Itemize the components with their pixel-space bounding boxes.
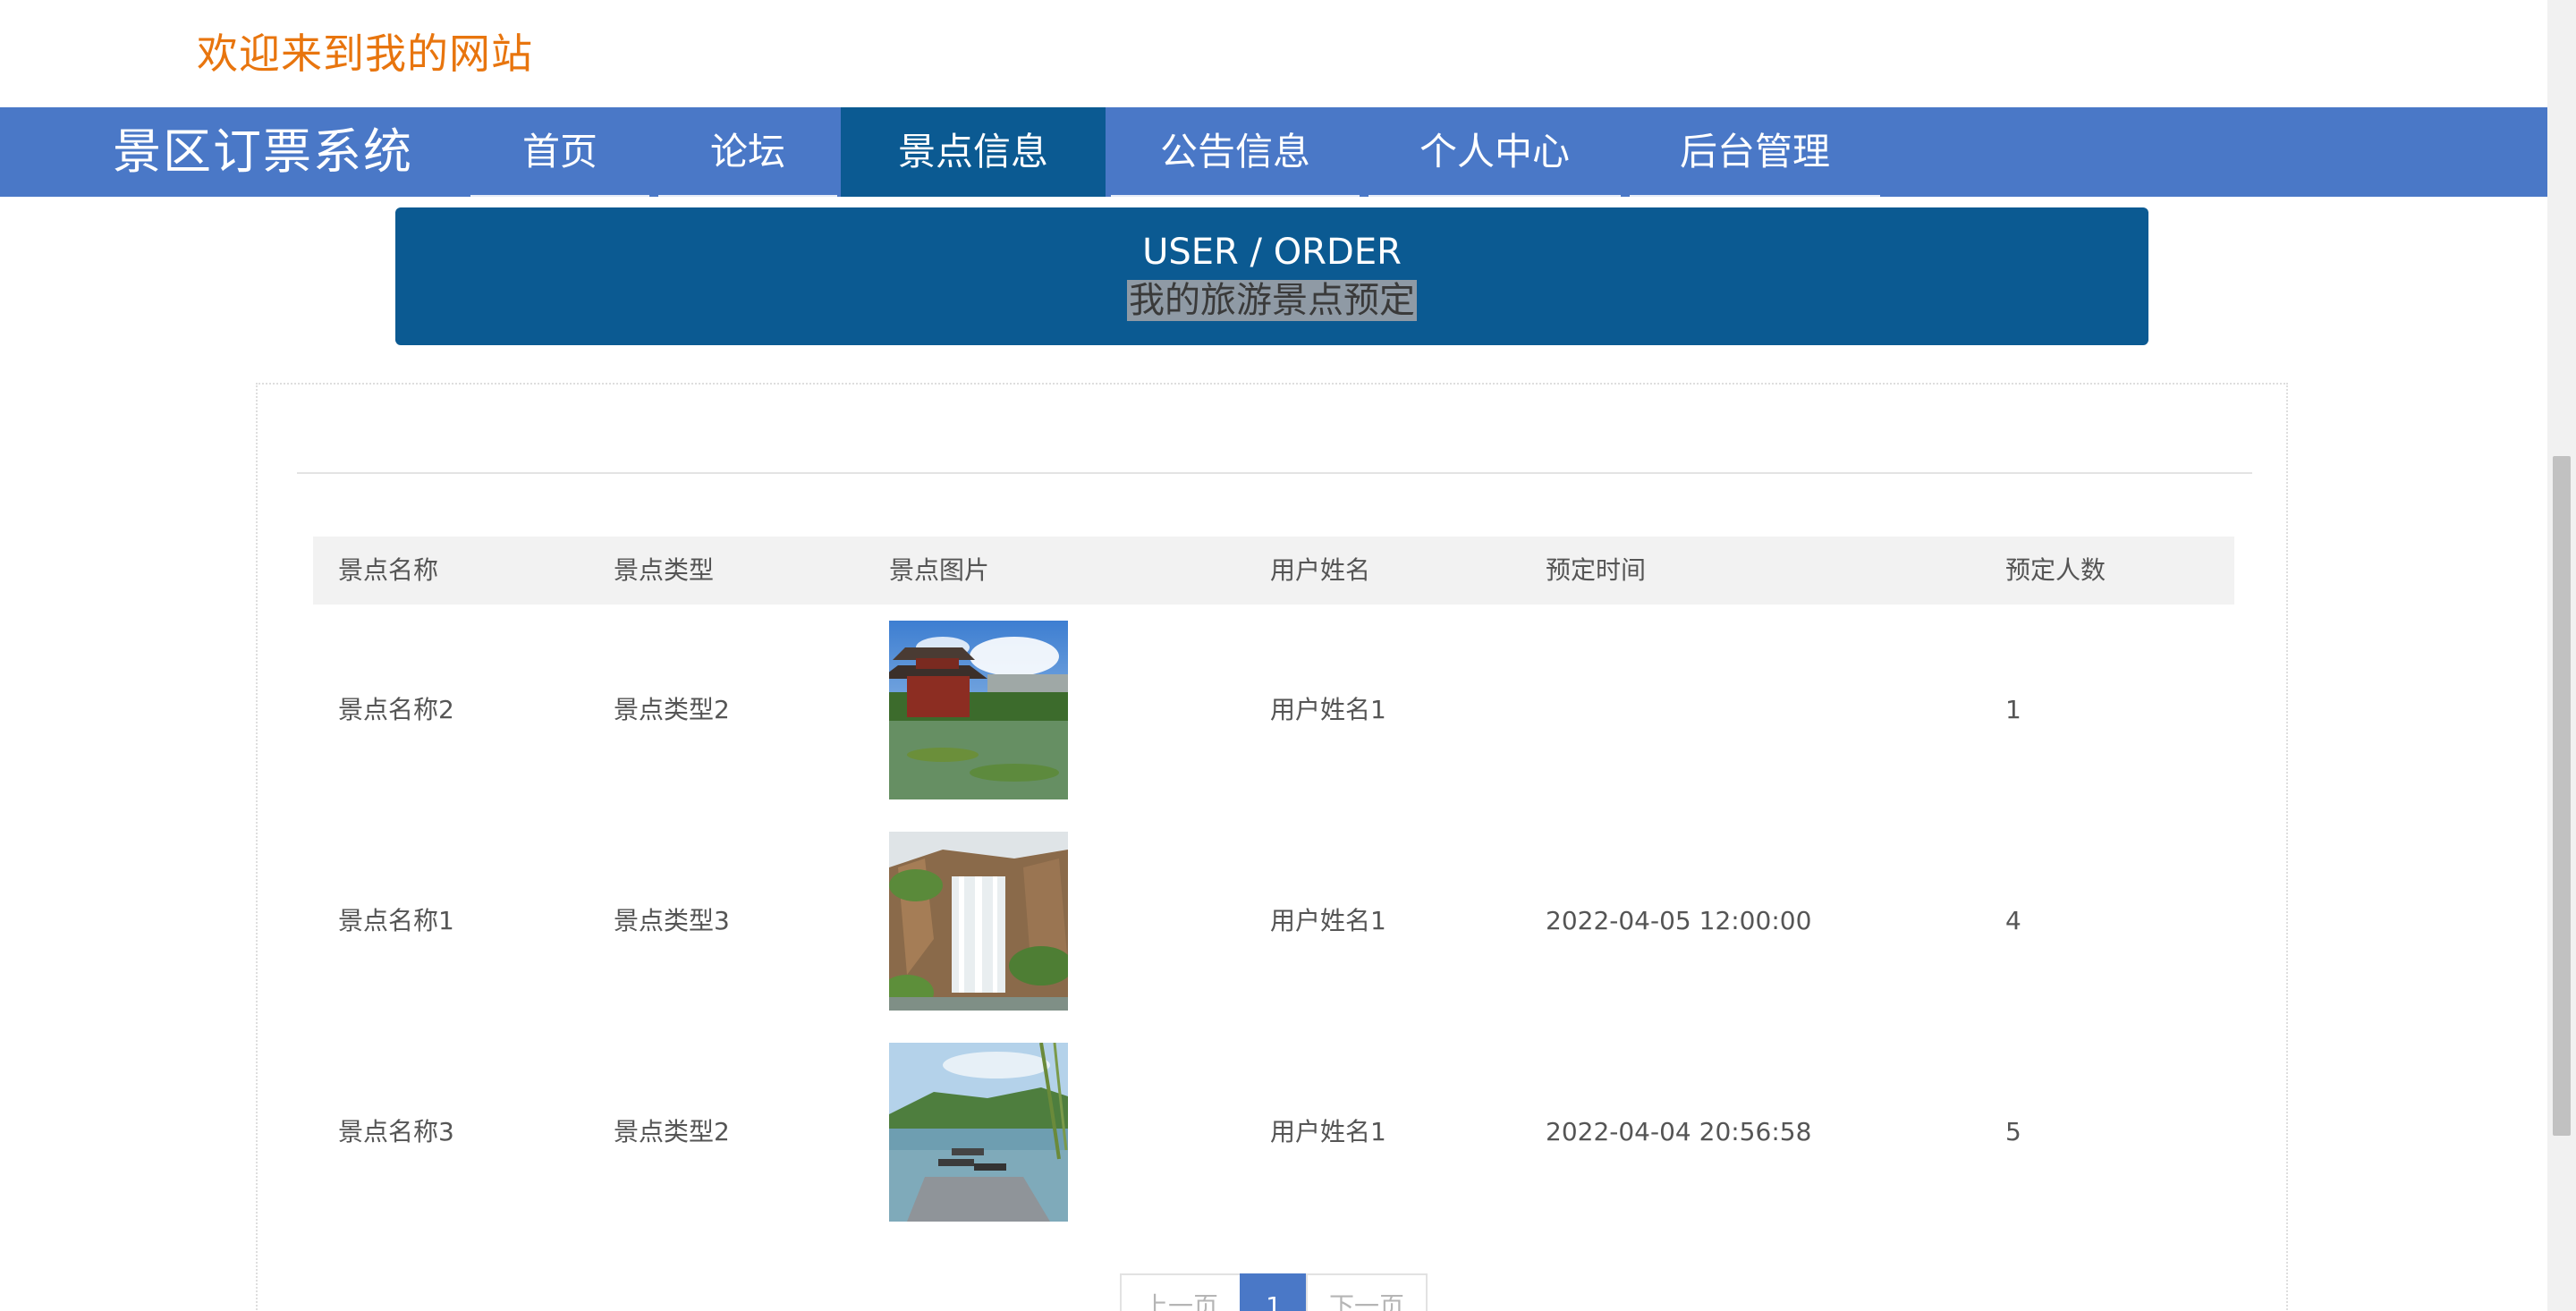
cell-attraction-type: 景点类型3 (614, 906, 730, 935)
brand-title: 景区订票系统 (113, 123, 413, 180)
nav-item-forum[interactable]: 论坛 (658, 107, 837, 199)
header-booking-time: 预定时间 (1546, 555, 1647, 585)
garden-pavilion-photo[interactable] (889, 621, 1068, 799)
cell-attraction-type: 景点类型2 (614, 1117, 730, 1146)
cell-booking-count: 5 (2005, 1117, 2021, 1146)
cell-booking-count: 4 (2005, 906, 2021, 935)
nav-item-label: 公告信息 (1159, 130, 1310, 173)
nav-item-label: 景点信息 (897, 130, 1048, 173)
table-row[interactable]: 景点名称3 景点类型2 用户姓名1 2022-04-04 20:56:58 5 (313, 1027, 2234, 1238)
cell-attraction-name: 景点名称2 (338, 695, 454, 724)
nav-item-admin[interactable]: 后台管理 (1630, 107, 1880, 199)
nav-item-attractions[interactable]: 景点信息 (841, 107, 1106, 197)
navbar: 景区订票系统 首页 论坛 景点信息 公告信息 个人中心 后台管理 (0, 107, 2547, 199)
lake-dock-photo[interactable] (889, 1043, 1068, 1222)
header-booking-count: 预定人数 (2005, 555, 2106, 585)
content-panel: 景点名称 景点类型 景点图片 用户姓名 预定时间 预定人数 景点名称2 景点类型… (256, 383, 2288, 1311)
nav-underline (1368, 195, 1621, 199)
cell-booking-time: 2022-04-04 20:56:58 (1546, 1117, 1812, 1146)
table-row[interactable]: 景点名称1 景点类型3 用户姓名1 2022-04-05 12:00:00 4 (313, 816, 2234, 1027)
scrollbar-thumb[interactable] (2553, 456, 2571, 1136)
next-page-button[interactable]: 下一页 (1306, 1273, 1428, 1311)
waterfall-photo[interactable] (889, 832, 1068, 1011)
header-user-name: 用户姓名 (1270, 555, 1371, 585)
vertical-scrollbar[interactable] (2547, 0, 2576, 1311)
cell-user-name: 用户姓名1 (1270, 1117, 1386, 1146)
cell-user-name: 用户姓名1 (1270, 906, 1386, 935)
cell-attraction-name: 景点名称3 (338, 1117, 454, 1146)
divider (297, 472, 2252, 474)
table-row[interactable]: 景点名称2 景点类型2 用户姓名1 1 (313, 605, 2234, 816)
nav-underline (1111, 195, 1360, 199)
banner-title: USER / ORDER (1142, 232, 1402, 273)
nav-item-label: 论坛 (709, 130, 785, 173)
welcome-text: 欢迎来到我的网站 (197, 30, 533, 78)
header-attraction-name: 景点名称 (338, 555, 439, 585)
nav-item-home[interactable]: 首页 (470, 107, 649, 199)
header-attraction-image: 景点图片 (889, 555, 990, 585)
banner-subtitle: 我的旅游景点预定 (395, 275, 2148, 326)
page-header-banner: USER / ORDER 我的旅游景点预定 (395, 207, 2148, 345)
nav-item-label: 个人中心 (1419, 130, 1570, 173)
nav-underline (658, 195, 837, 199)
cell-user-name: 用户姓名1 (1270, 695, 1386, 724)
nav-underline (470, 195, 649, 199)
prev-page-button[interactable]: 上一页 (1120, 1273, 1241, 1311)
page: 欢迎来到我的网站 景区订票系统 首页 论坛 景点信息 公告信息 个人中心 后台管… (0, 0, 2547, 1311)
nav-item-label: 首页 (521, 130, 597, 173)
header-attraction-type: 景点类型 (614, 555, 715, 585)
page-1-button[interactable]: 1 (1240, 1273, 1308, 1311)
table-header: 景点名称 景点类型 景点图片 用户姓名 预定时间 预定人数 (313, 537, 2234, 605)
top-bar: 欢迎来到我的网站 (0, 0, 2547, 107)
nav-underline (1630, 195, 1880, 199)
nav-item-label: 后台管理 (1679, 130, 1830, 173)
banner-subtitle-text: 我的旅游景点预定 (1127, 280, 1417, 321)
cell-attraction-name: 景点名称1 (338, 906, 454, 935)
nav-item-user-center[interactable]: 个人中心 (1368, 107, 1621, 199)
cell-booking-count: 1 (2005, 695, 2021, 724)
cell-booking-time: 2022-04-05 12:00:00 (1546, 906, 1812, 935)
cell-attraction-type: 景点类型2 (614, 695, 730, 724)
nav-item-notices[interactable]: 公告信息 (1111, 107, 1360, 199)
order-table: 景点名称 景点类型 景点图片 用户姓名 预定时间 预定人数 景点名称2 景点类型… (313, 537, 2234, 1238)
